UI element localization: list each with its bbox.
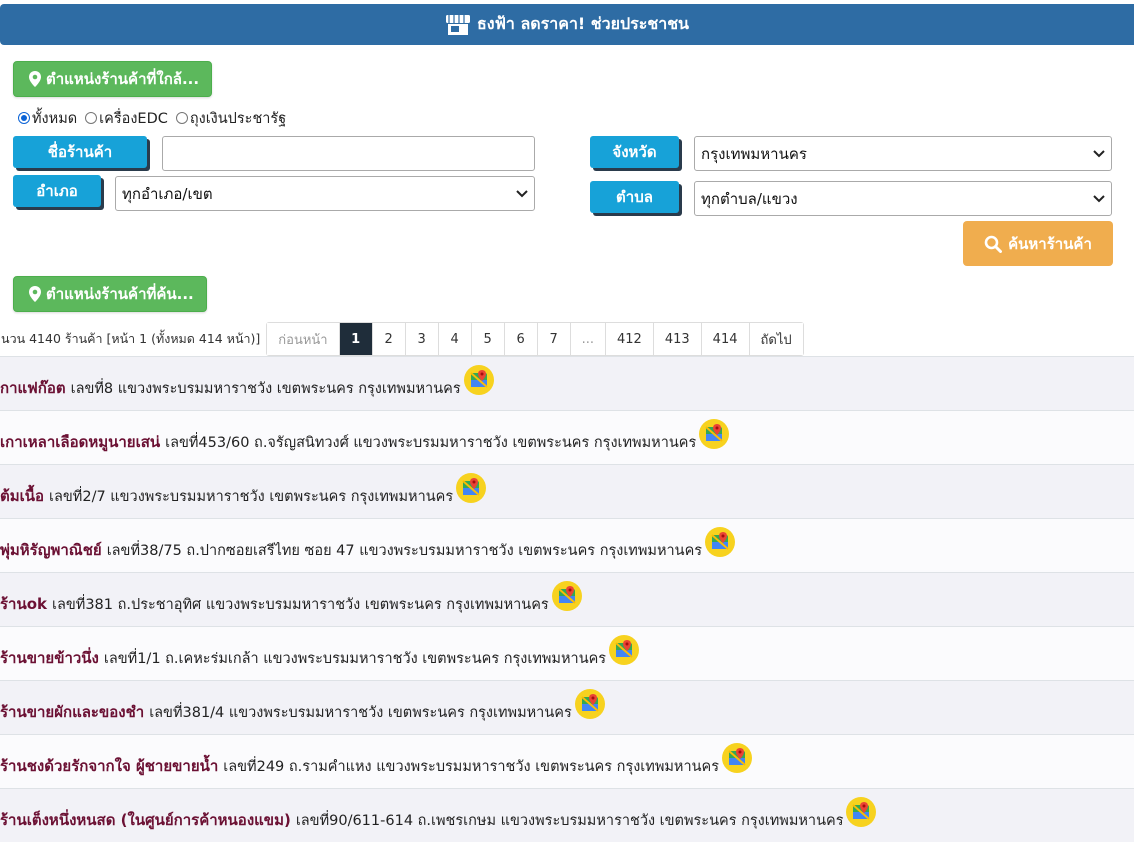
store-address: เลขที่90/611-614 ถ.เพชรเกษม แขวงพระบรมมห… — [295, 813, 844, 829]
subdistrict-value: ทุกตำบล/แขวง — [701, 189, 798, 208]
map-location-icon[interactable] — [704, 526, 736, 558]
shop-icon — [445, 14, 471, 36]
page-title: ธงฟ้า ลดราคา! ช่วยประชาชน — [477, 14, 689, 33]
list-item: ร้านเต็งหนึ่งหนสด (ในศูนย์การค้าหนองแขม)… — [0, 788, 1134, 842]
found-stores-label: ตำแหน่งร้านค้าที่ค้น... — [46, 285, 194, 303]
store-address: เลขที่1/1 ถ.เคหะร่มเกล้า แขวงพระบรมมหารา… — [103, 651, 607, 667]
radio-button[interactable] — [175, 112, 188, 124]
map-location-icon[interactable] — [574, 688, 606, 720]
store-address: เลขที่2/7 แขวงพระบรมมหาราชวัง เขตพระนคร … — [49, 489, 454, 505]
province-value: กรุงเทพมหานคร — [701, 144, 807, 163]
store-address: เลขที่8 แขวงพระบรมมหาราชวัง เขตพระนคร กร… — [70, 381, 461, 397]
store-name[interactable]: ต้มเนื้อ — [0, 484, 44, 508]
page-button[interactable]: 4 — [437, 323, 471, 355]
nearby-stores-label: ตำแหน่งร้านค้าที่ใกล้... — [46, 70, 200, 88]
store-name[interactable]: ร้านเต็งหนึ่งหนสด (ในศูนย์การค้าหนองแขม) — [0, 808, 291, 832]
next-page-button[interactable]: ถัดไป — [748, 323, 803, 355]
province-select[interactable]: กรุงเทพมหานคร — [694, 136, 1112, 171]
map-location-icon[interactable] — [551, 580, 583, 612]
page-button[interactable]: 6 — [503, 323, 537, 355]
list-item: ร้านok เลขที่381 ถ.ประชาอุทิศ แขวงพระบรมม… — [0, 572, 1134, 626]
radio-button[interactable] — [85, 112, 98, 124]
store-name[interactable]: ร้านขายข้าวนึ่ง — [0, 646, 99, 670]
map-pin-icon — [28, 285, 42, 303]
pagination: ก่อนหน้า 1 2 3 4 5 6 7 ... 412 413 414 ถ… — [266, 322, 804, 356]
map-location-icon[interactable] — [845, 796, 877, 828]
prev-page-button[interactable]: ก่อนหน้า — [267, 323, 339, 355]
radio-all[interactable]: ทั้งหมด — [18, 107, 77, 130]
chevron-down-icon — [1093, 149, 1105, 158]
store-type-radio-group: ทั้งหมด เครื่องEDC ถุงเงินประชารัฐ — [18, 108, 294, 128]
page-button[interactable]: 413 — [652, 323, 701, 355]
page-button[interactable]: 7 — [536, 323, 570, 355]
district-value: ทุกอำเภอ/เขต — [122, 184, 213, 203]
list-item: ร้านขายข้าวนึ่ง เลขที่1/1 ถ.เคหะร่มเกล้า … — [0, 626, 1134, 680]
list-item: กาแฟก๊อต เลขที่8 แขวงพระบรมมหาราชวัง เขตพ… — [0, 356, 1134, 410]
subdistrict-select[interactable]: ทุกตำบล/แขวง — [694, 181, 1112, 216]
list-item: ร้านชงด้วยรักจากใจ ผู้ชายขายน้ำ เลขที่249… — [0, 734, 1134, 788]
store-address: เลขที่453/60 ถ.จรัญสนิทวงศ์ แขวงพระบรมมห… — [165, 435, 697, 451]
page-ellipsis: ... — [569, 323, 606, 355]
store-name[interactable]: ร้านขายผักและของชำ — [0, 700, 144, 724]
nearby-stores-button[interactable]: ตำแหน่งร้านค้าที่ใกล้... — [13, 61, 213, 97]
store-address: เลขที่249 ถ.รามคำแหง แขวงพระบรมมหาราชวัง… — [223, 759, 720, 775]
page-button[interactable]: 1 — [338, 323, 372, 355]
province-label: จังหวัด — [590, 136, 679, 168]
chevron-down-icon — [516, 189, 528, 198]
store-name[interactable]: กาแฟก๊อต — [0, 376, 66, 400]
district-label: อำเภอ — [13, 175, 101, 207]
radio-pracharat[interactable]: ถุงเงินประชารัฐ — [175, 107, 287, 130]
list-item: พุ่มหิรัญพาณิชย์ เลขที่38/75 ถ.ปากซอยเสรี… — [0, 518, 1134, 572]
list-item: ต้มเนื้อ เลขที่2/7 แขวงพระบรมมหาราชวัง เข… — [0, 464, 1134, 518]
store-address: เลขที่381 ถ.ประชาอุทิศ แขวงพระบรมมหาราชว… — [52, 597, 549, 613]
page-button[interactable]: 3 — [404, 323, 438, 355]
radio-all-label: ทั้งหมด — [32, 110, 78, 127]
store-name-label: ชื่อร้านค้า — [13, 136, 147, 168]
subdistrict-label: ตำบล — [590, 181, 679, 213]
store-address: เลขที่38/75 ถ.ปากซอยเสรีไทย ซอย 47 แขวงพ… — [106, 543, 703, 559]
page-header: ธงฟ้า ลดราคา! ช่วยประชาชน — [0, 4, 1134, 45]
store-name[interactable]: เกาเหลาเลือดหมูนายเสน่ — [0, 430, 160, 454]
radio-edc[interactable]: เครื่องEDC — [85, 107, 168, 130]
store-name-input[interactable] — [162, 136, 535, 171]
page-button[interactable]: 2 — [371, 323, 405, 355]
store-list: กาแฟก๊อต เลขที่8 แขวงพระบรมมหาราชวัง เขตพ… — [0, 356, 1134, 842]
list-item: ร้านขายผักและของชำ เลขที่381/4 แขวงพระบรม… — [0, 680, 1134, 734]
result-count: านวน 4140 ร้านค้า [หน้า 1 (ทั้งหมด 414 ห… — [0, 331, 261, 346]
pagination-row: านวน 4140 ร้านค้า [หน้า 1 (ทั้งหมด 414 ห… — [0, 322, 804, 356]
page-button[interactable]: 412 — [605, 323, 653, 355]
store-name[interactable]: ร้านชงด้วยรักจากใจ ผู้ชายขายน้ำ — [0, 754, 218, 778]
store-name[interactable]: พุ่มหิรัญพาณิชย์ — [0, 538, 102, 562]
found-stores-button[interactable]: ตำแหน่งร้านค้าที่ค้น... — [13, 276, 207, 312]
page-button[interactable]: 414 — [700, 323, 749, 355]
page-button[interactable]: 5 — [470, 323, 504, 355]
map-location-icon[interactable] — [455, 472, 487, 504]
map-location-icon[interactable] — [608, 634, 640, 666]
store-address: เลขที่381/4 แขวงพระบรมมหาราชวัง เขตพระนค… — [149, 705, 572, 721]
map-location-icon[interactable] — [463, 364, 495, 396]
map-location-icon[interactable] — [698, 418, 730, 450]
radio-button[interactable] — [18, 112, 30, 124]
list-item: เกาเหลาเลือดหมูนายเสน่ เลขที่453/60 ถ.จรั… — [0, 410, 1134, 464]
district-select[interactable]: ทุกอำเภอ/เขต — [115, 176, 535, 211]
search-stores-label: ค้นหาร้านค้า — [1008, 234, 1092, 253]
map-pin-icon — [28, 70, 42, 88]
search-icon — [984, 235, 1003, 253]
chevron-down-icon — [1093, 194, 1105, 203]
radio-pracharat-label: ถุงเงินประชารัฐ — [189, 110, 287, 127]
store-name[interactable]: ร้านok — [0, 592, 47, 616]
radio-edc-label: เครื่องEDC — [99, 110, 168, 127]
map-location-icon[interactable] — [721, 742, 753, 774]
search-stores-button[interactable]: ค้นหาร้านค้า — [963, 221, 1113, 266]
